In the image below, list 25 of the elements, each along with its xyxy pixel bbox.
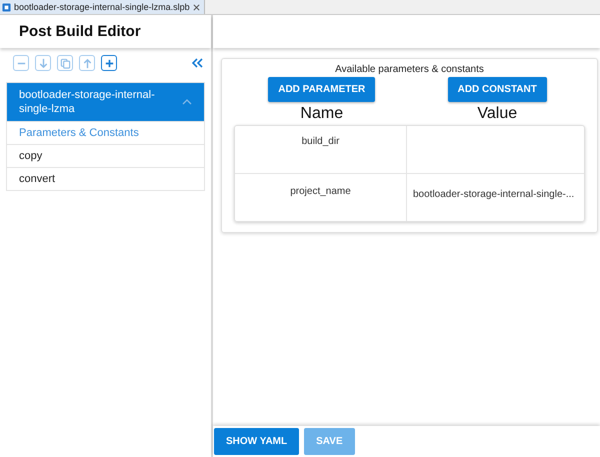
tree-item[interactable]: convert xyxy=(7,167,204,190)
add-parameter-button[interactable]: ADD PARAMETER xyxy=(268,77,376,102)
plus-icon xyxy=(104,58,114,68)
card-caption: Available parameters & constants xyxy=(334,64,485,75)
table-cell: bootloader-storage-internal-single-... xyxy=(413,189,574,200)
column-header: Name xyxy=(300,105,344,123)
show-yaml-button[interactable]: SHOW YAML xyxy=(214,428,300,455)
tab-label: bootloader-storage-internal-single-lzma.slpb xyxy=(14,2,190,12)
arrow-down-icon xyxy=(38,58,48,68)
arrow-up-icon xyxy=(82,58,92,68)
tree-item[interactable]: bootloader-storage-internal-single-lzma xyxy=(7,83,204,121)
table-cell: project_name xyxy=(290,186,351,197)
file-icon xyxy=(2,2,11,12)
editor-tab[interactable]: bootloader-storage-internal-single-lzma.slpb xyxy=(0,0,205,14)
copy-icon xyxy=(60,58,70,68)
tree-item[interactable]: copy xyxy=(7,144,204,167)
table-cell: build_dir xyxy=(302,136,340,147)
add-button[interactable] xyxy=(101,55,117,71)
chevron-icon[interactable] xyxy=(182,99,192,105)
column-header: Value xyxy=(477,105,518,123)
tree-item[interactable]: Parameters & Constants xyxy=(7,121,204,144)
editor-title: Post Build Editor xyxy=(19,23,141,40)
add-constant-button[interactable]: ADD CONSTANT xyxy=(448,77,547,102)
close-icon[interactable] xyxy=(192,4,200,10)
collapse-icon[interactable] xyxy=(191,57,203,69)
